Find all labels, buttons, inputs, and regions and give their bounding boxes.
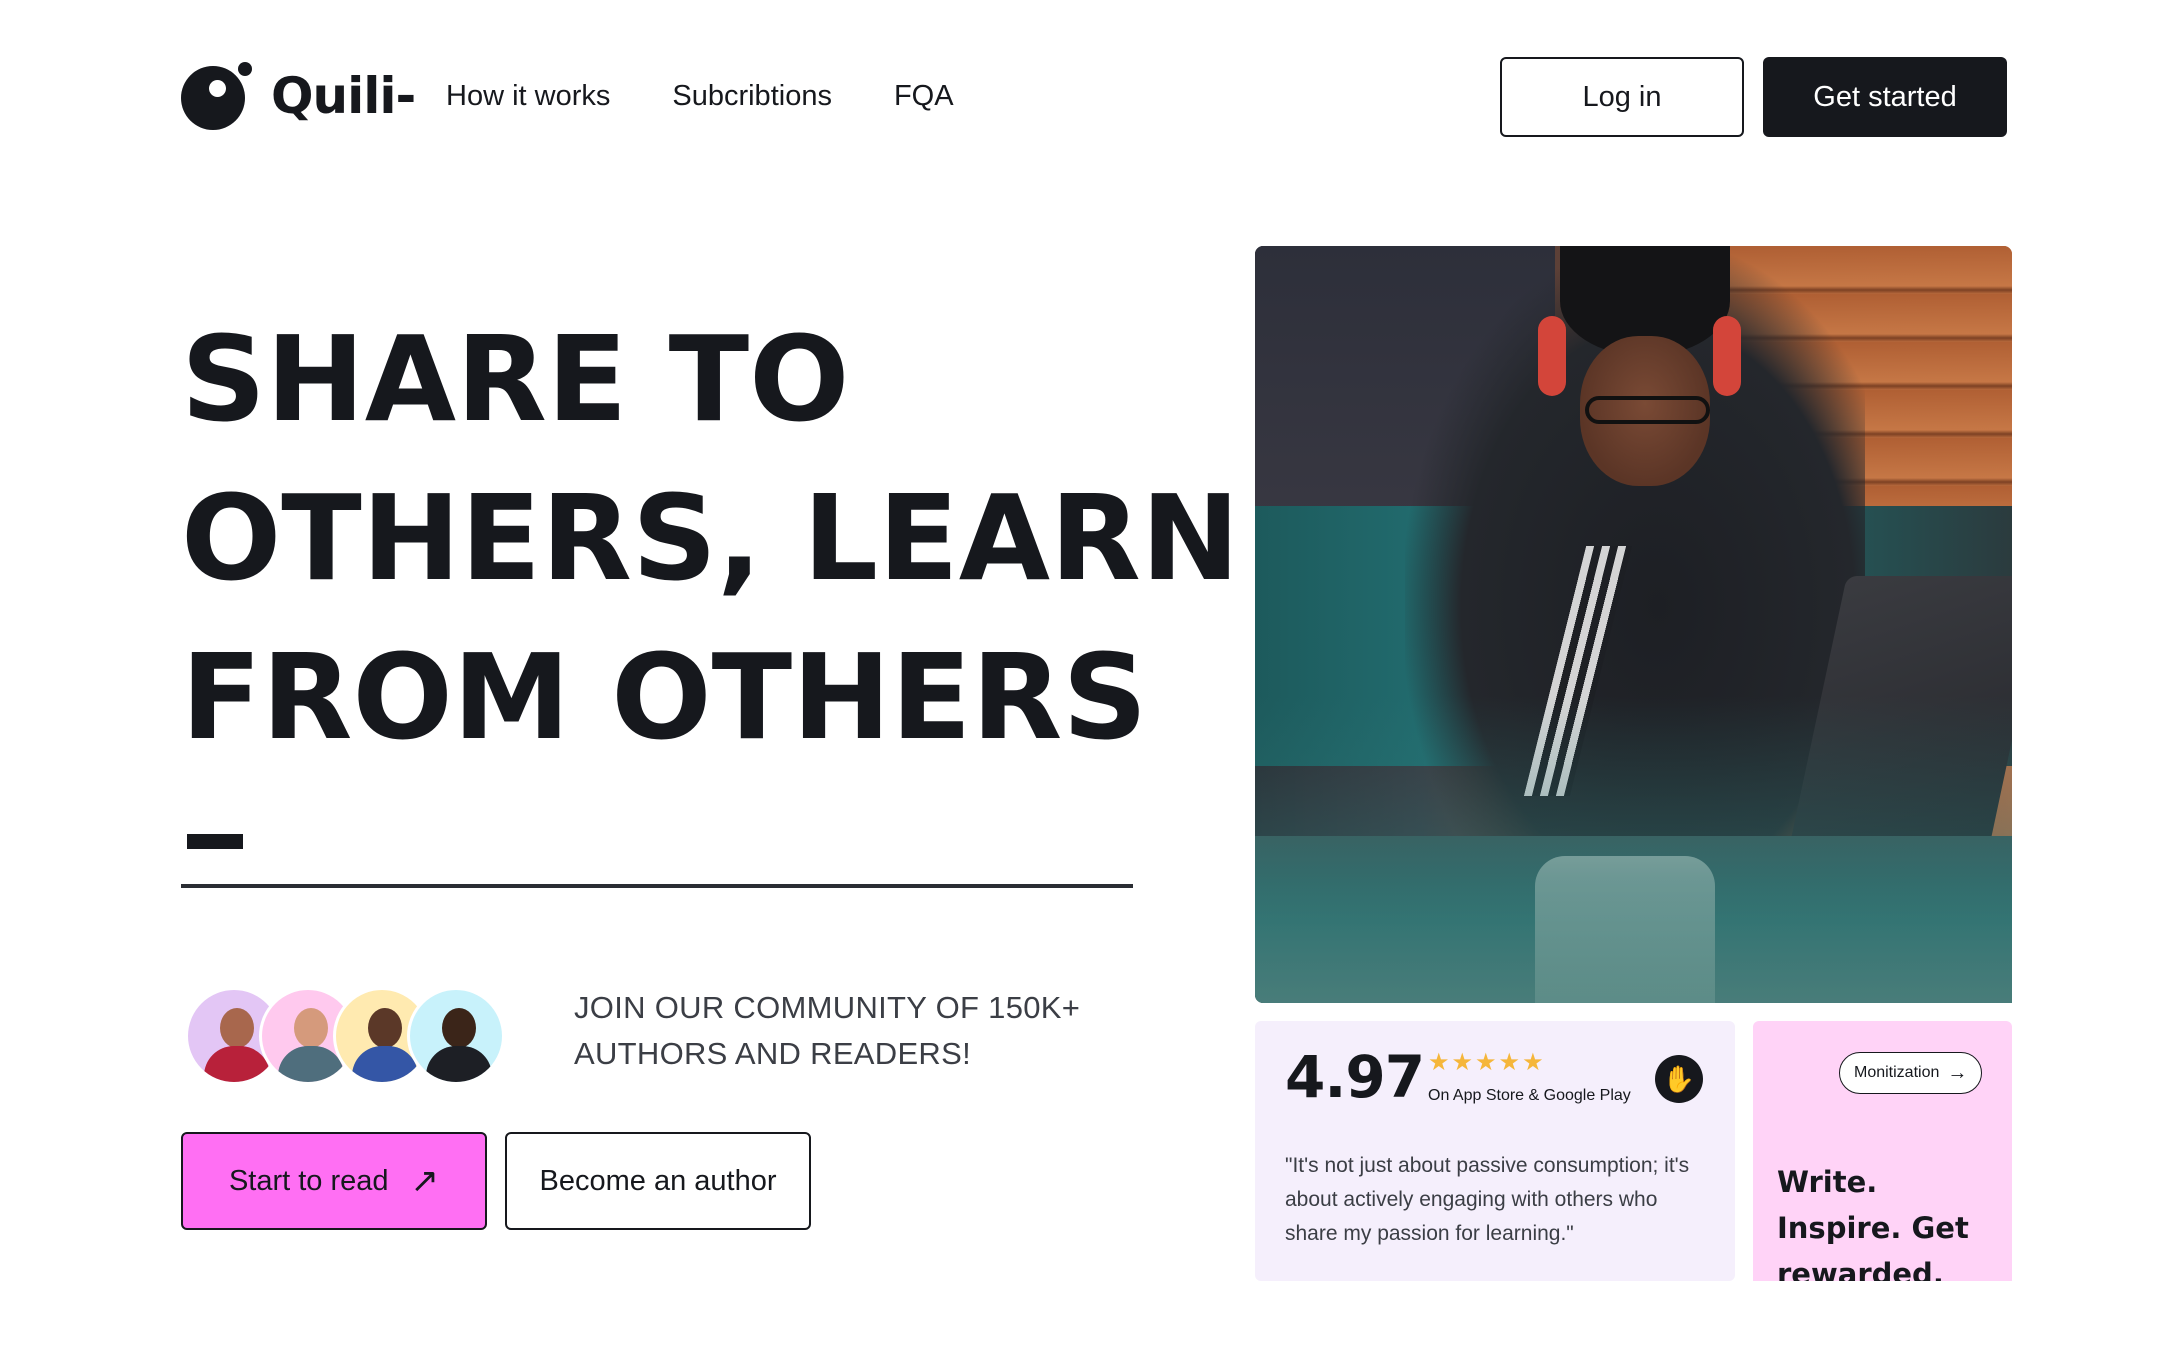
monetization-pill[interactable]: Monitization →: [1839, 1052, 1983, 1094]
avatar: [407, 987, 505, 1085]
arrow-right-icon: →: [1947, 1062, 1968, 1084]
brand-name: Quili-: [271, 67, 416, 125]
star-icon: ★: [1451, 1049, 1474, 1076]
hero-title-line-3: FROM OTHERS: [181, 628, 1148, 766]
community-text: JOIN OUR COMMUNITY OF 150K+ AUTHORS AND …: [574, 990, 1081, 1071]
typing-cursor: [187, 834, 243, 849]
star-icon: ★: [1522, 1049, 1544, 1076]
arrow-up-right-icon: ↗: [410, 1162, 440, 1200]
monetization-pill-label: Monitization: [1854, 1064, 1940, 1081]
rating-score: 4.97: [1285, 1043, 1425, 1111]
start-to-read-label: Start to read: [228, 1164, 389, 1197]
rating-card: 4.97 ★ ★ ★ ★ ★ On App Store & Google Pla…: [1255, 1021, 1735, 1281]
testimonial-quote: "It's not just about passive consumption…: [1285, 1154, 1690, 1245]
clap-icon: ✋: [1655, 1055, 1703, 1103]
rating-source: On App Store & Google Play: [1428, 1087, 1631, 1104]
logo-icon: [181, 62, 252, 130]
monetization-title: Write. Inspire. Get rewarded.: [1777, 1165, 1969, 1281]
get-started-button[interactable]: Get started: [1763, 57, 2007, 137]
monetization-card: Monitization → Write. Inspire. Get rewar…: [1753, 1021, 2012, 1281]
avatar-group: [185, 987, 505, 1085]
hero-divider: [181, 884, 1133, 888]
hero-photo: [1255, 246, 2012, 1003]
become-author-button[interactable]: Become an author: [505, 1132, 811, 1230]
hero-title: SHARE TO OTHERS, LEARN FROM OTHERS: [181, 300, 1240, 777]
star-icon: ★: [1498, 1049, 1521, 1076]
login-button[interactable]: Log in: [1500, 57, 1744, 137]
start-to-read-button[interactable]: Start to read ↗: [181, 1132, 487, 1230]
main-nav: How it works Subcribtions FQA: [446, 76, 954, 116]
hero-title-line-2: OTHERS, LEARN: [181, 469, 1240, 607]
star-icon: ★: [1428, 1049, 1450, 1076]
nav-item-how-it-works[interactable]: How it works: [446, 76, 610, 116]
star-rating: ★ ★ ★ ★ ★: [1428, 1051, 1544, 1075]
star-icon: ★: [1475, 1049, 1497, 1076]
nav-item-faq[interactable]: FQA: [894, 76, 954, 116]
hero-title-line-1: SHARE TO: [181, 310, 850, 448]
nav-item-subscriptions[interactable]: Subcribtions: [672, 76, 832, 116]
landing-page: Quili- How it works Subcribtions FQA Log…: [0, 0, 2160, 1350]
brand-logo[interactable]: Quili-: [181, 62, 416, 130]
